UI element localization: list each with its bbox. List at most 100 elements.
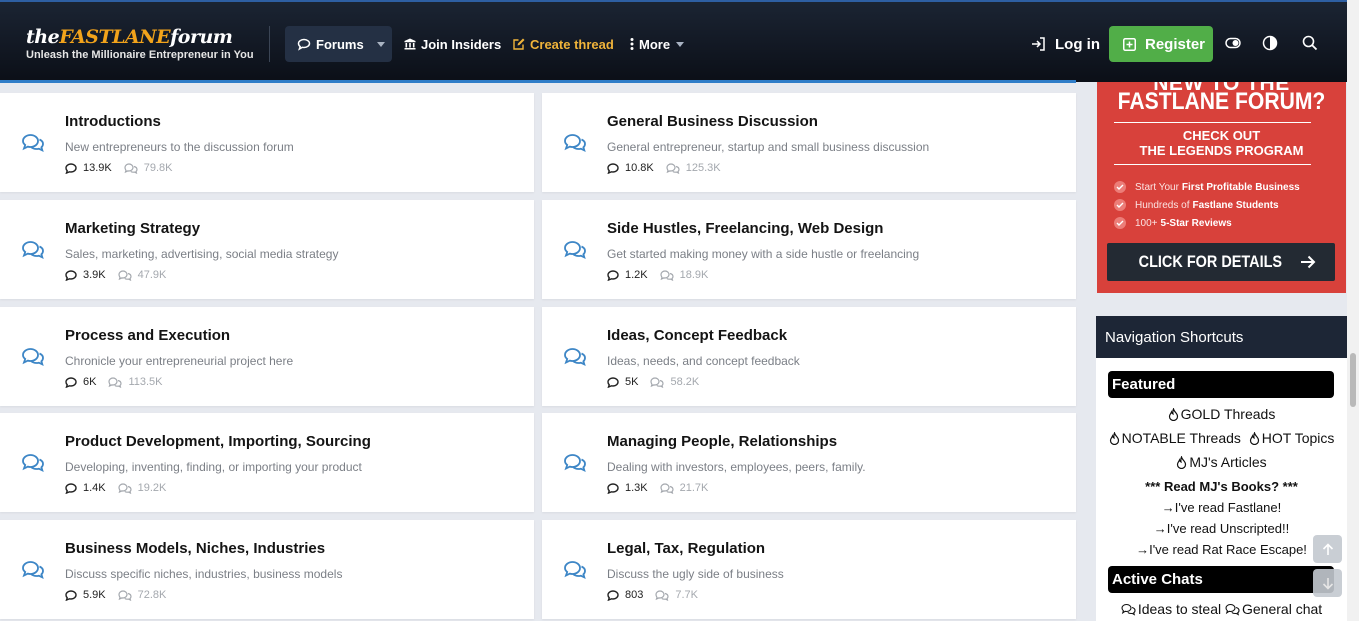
contrast-icon[interactable]: [1262, 35, 1278, 51]
forum-node[interactable]: Process and Execution Chronicle your entr…: [0, 307, 534, 406]
thread-count: 5.9K: [83, 589, 106, 601]
promo-check-out: CHECK OUT THE LEGENDS PROGRAM: [1097, 128, 1346, 158]
thread-count: 10.8K: [625, 162, 654, 174]
scroll-to-bottom-button[interactable]: [1313, 569, 1342, 597]
shortcut-row: →I've read Rat Race Escape!: [1096, 542, 1347, 557]
read-unscripted-link[interactable]: →I've read Unscripted!!: [1154, 521, 1289, 536]
forum-title[interactable]: Business Models, Niches, Industries: [65, 540, 325, 557]
click-for-details-label: CLICK FOR DETAILS: [1138, 252, 1282, 271]
forum-title[interactable]: Managing People, Relationships: [607, 433, 837, 450]
arrow-up-icon: [1322, 542, 1333, 555]
gold-threads-link[interactable]: GOLD Threads: [1168, 406, 1275, 422]
check-circle-icon: [1114, 199, 1126, 211]
messages-stat: 21.7K: [660, 482, 709, 494]
scroll-to-top-button[interactable]: [1313, 535, 1342, 563]
forum-title[interactable]: Ideas, Concept Feedback: [607, 327, 787, 344]
message-count: 19.2K: [137, 482, 167, 494]
click-for-details-button[interactable]: CLICK FOR DETAILS: [1107, 243, 1335, 281]
hot-topics-link[interactable]: HOT Topics: [1249, 430, 1334, 446]
promo-benefit: Hundreds of Fastlane Students: [1114, 196, 1300, 214]
threads-stat: 1.2K: [607, 269, 648, 281]
shortcut-row: →I've read Unscripted!!: [1096, 521, 1347, 536]
nav-join-insiders-label: Join Insiders: [421, 36, 502, 52]
promo-benefit: Start Your First Profitable Business: [1114, 178, 1300, 196]
forum-description: Sales, marketing, advertising, social me…: [65, 247, 339, 261]
messages-stat: 19.2K: [118, 482, 167, 494]
forum-node[interactable]: General Business Discussion General entre…: [542, 93, 1076, 192]
shortcut-row: GOLD Threads: [1096, 406, 1347, 422]
fire-icon: [1109, 431, 1119, 446]
nav-create-thread[interactable]: Create thread: [513, 26, 614, 62]
forum-title[interactable]: Introductions: [65, 113, 161, 130]
messages-icon: [660, 269, 680, 281]
forum-chat-icon: [21, 133, 45, 157]
nav-more[interactable]: More: [630, 26, 685, 62]
notable-threads-link[interactable]: NOTABLE Threads: [1109, 430, 1241, 446]
promo-benefits-list: Start Your First Profitable Business Hund…: [1114, 178, 1300, 232]
messages-stat: 113.5K: [108, 376, 163, 388]
forum-description: Developing, inventing, finding, or impor…: [65, 460, 362, 474]
forum-stats: 5K 58.2K: [607, 376, 699, 388]
forum-node[interactable]: Product Development, Importing, Sourcing…: [0, 413, 534, 512]
forum-title[interactable]: Marketing Strategy: [65, 220, 200, 237]
read-rat-race-escape-link[interactable]: →I've read Rat Race Escape!: [1136, 542, 1307, 557]
nav-forums-dropdown[interactable]: [370, 26, 392, 62]
read-fastlane-link[interactable]: →I've read Fastlane!: [1162, 500, 1282, 515]
forum-chat-icon: [563, 240, 587, 264]
forum-node[interactable]: Side Hustles, Freelancing, Web Design Get…: [542, 200, 1076, 299]
search-icon[interactable]: [1302, 35, 1318, 51]
promo-divider: [1114, 122, 1311, 123]
scrollbar-thumb[interactable]: [1350, 353, 1356, 407]
forum-chat-icon: [21, 347, 45, 371]
ideas-to-steal-link[interactable]: Ideas to steal: [1121, 601, 1221, 617]
forum-title[interactable]: Product Development, Importing, Sourcing: [65, 433, 371, 450]
forum-title[interactable]: General Business Discussion: [607, 113, 818, 130]
thread-count: 1.2K: [625, 269, 648, 281]
forum-node[interactable]: Marketing Strategy Sales, marketing, adve…: [0, 200, 534, 299]
forum-stats: 13.9K 79.8K: [65, 162, 173, 174]
threads-stat: 10.8K: [607, 162, 654, 174]
page-scrollbar[interactable]: [1347, 0, 1359, 621]
messages-icon: [655, 589, 675, 601]
threads-stat: 1.4K: [65, 482, 106, 494]
message-count: 7.7K: [675, 589, 698, 601]
message-count: 21.7K: [679, 482, 709, 494]
forum-description: General entrepreneur, startup and small …: [607, 140, 930, 154]
forum-node[interactable]: Introductions New entrepreneurs to the di…: [0, 93, 534, 192]
nav-join-insiders[interactable]: Join Insiders: [404, 26, 501, 62]
message-count: 72.8K: [137, 589, 167, 601]
login-button[interactable]: Log in: [1031, 26, 1100, 62]
forum-title[interactable]: Process and Execution: [65, 327, 230, 344]
site-logo[interactable]: theFASTLANEforum Unleash the Millionaire…: [26, 26, 254, 61]
shortcuts-heading: Navigation Shortcuts: [1096, 316, 1347, 358]
mj-articles-link[interactable]: MJ's Articles: [1176, 454, 1267, 470]
chevron-down-icon: [377, 41, 385, 47]
message-count: 58.2K: [670, 376, 700, 388]
forum-title[interactable]: Legal, Tax, Regulation: [607, 540, 765, 557]
forum-stats: 6K 113.5K: [65, 376, 163, 388]
legends-promo-banner[interactable]: NEW TO THE FASTLANE FORUM? CHECK OUT THE…: [1097, 82, 1346, 293]
logo-wordmark: theFASTLANEforum: [26, 26, 233, 48]
check-circle-icon: [1114, 217, 1126, 229]
forum-node[interactable]: Legal, Tax, Regulation Discuss the ugly s…: [542, 520, 1076, 619]
forum-stats: 10.8K 125.3K: [607, 162, 721, 174]
forum-stats: 5.9K 72.8K: [65, 589, 166, 601]
register-button[interactable]: Register: [1109, 26, 1213, 62]
messages-icon: [650, 376, 670, 388]
forum-description: Get started making money with a side hus…: [607, 247, 920, 261]
message-count: 18.9K: [679, 269, 709, 281]
general-chat-link[interactable]: General chat: [1225, 601, 1322, 617]
promo-check-line2: THE LEGENDS PROGRAM: [1139, 143, 1304, 158]
forum-node[interactable]: Ideas, Concept Feedback Ideas, needs, and…: [542, 307, 1076, 406]
forum-chat-icon: [563, 453, 587, 477]
forum-stats: 1.3K 21.7K: [607, 482, 708, 494]
login-label: Log in: [1055, 35, 1100, 53]
forum-stats: 803 7.7K: [607, 589, 698, 601]
forum-node[interactable]: Business Models, Niches, Industries Discu…: [0, 520, 534, 619]
nav-forums[interactable]: Forums: [285, 26, 392, 62]
forum-node[interactable]: Managing People, Relationships Dealing wi…: [542, 413, 1076, 512]
toggle-icon[interactable]: [1225, 35, 1241, 51]
check-circle-icon: [1114, 181, 1126, 193]
register-label: Register: [1145, 35, 1206, 53]
forum-title[interactable]: Side Hustles, Freelancing, Web Design: [607, 220, 883, 237]
